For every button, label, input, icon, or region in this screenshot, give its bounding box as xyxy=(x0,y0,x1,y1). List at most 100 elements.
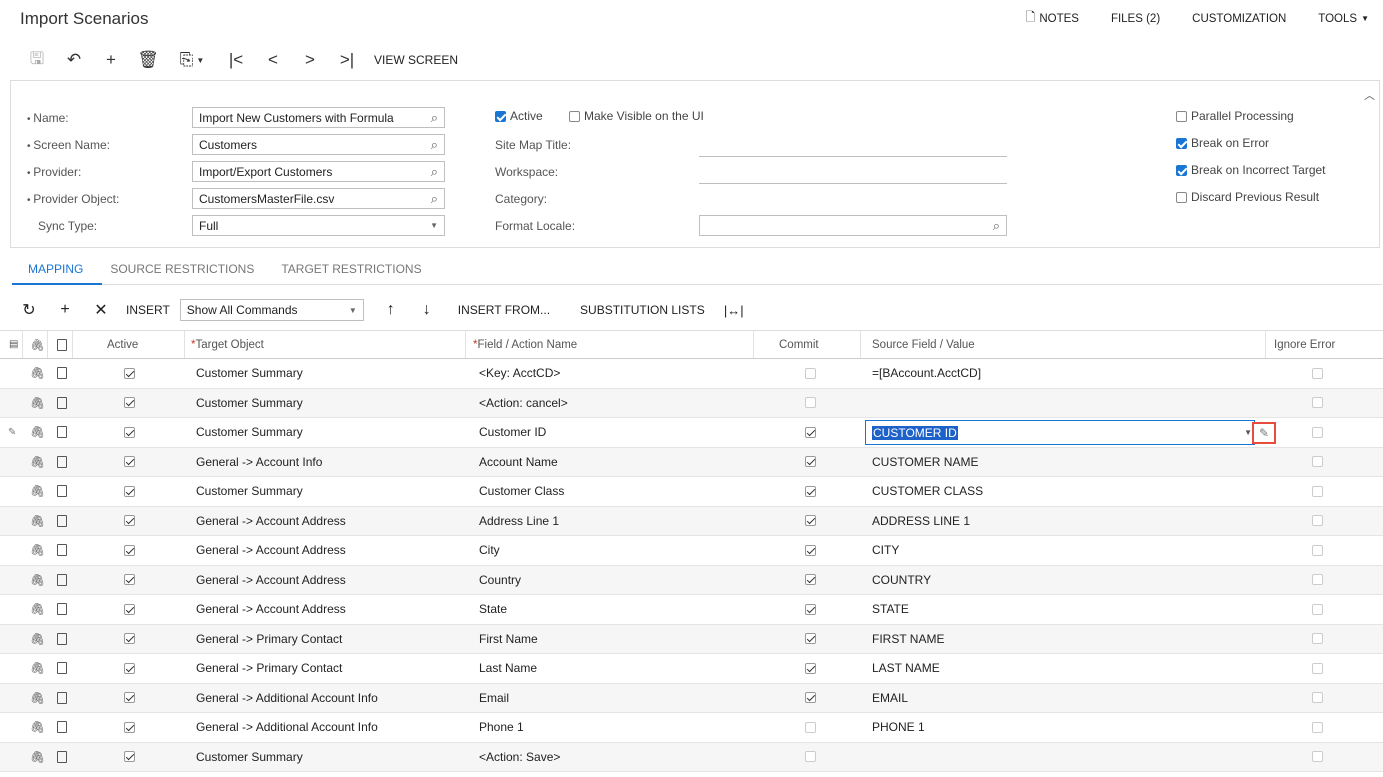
edit-formula-icon[interactable]: ✎ xyxy=(1252,422,1276,444)
source-field-cell[interactable]: STATE xyxy=(872,595,909,624)
add-row-icon[interactable]: + xyxy=(50,301,80,319)
source-field-cell[interactable]: =[BAccount.AcctCD] xyxy=(872,359,981,388)
active-checkbox[interactable] xyxy=(124,743,135,772)
table-row[interactable]: 🖇 Customer Summary <Action: Save> xyxy=(0,742,1383,772)
table-row[interactable]: 🖇 Customer Summary <Key: AcctCD> =[BAccount… xyxy=(0,359,1383,389)
table-row[interactable]: 🖇 General -> Primary Contact First Name FIR… xyxy=(0,624,1383,654)
attachment-icon[interactable]: 🖇 xyxy=(30,389,45,418)
note-icon[interactable] xyxy=(57,566,67,595)
ignore-error-checkbox[interactable] xyxy=(1312,654,1323,683)
field-action-cell[interactable]: First Name xyxy=(479,625,538,654)
field-action-cell[interactable]: State xyxy=(479,595,507,624)
source-field-cell[interactable]: CUSTOMER CLASS xyxy=(872,477,983,506)
active-checkbox[interactable] xyxy=(124,566,135,595)
workspace-field[interactable] xyxy=(699,183,1007,184)
note-icon[interactable] xyxy=(57,359,67,388)
commit-checkbox[interactable] xyxy=(805,507,816,536)
target-object-cell[interactable]: General -> Primary Contact xyxy=(196,625,342,654)
search-icon[interactable]: ⌕ xyxy=(431,164,438,180)
grid-settings-icon[interactable]: ▤ xyxy=(9,331,18,358)
table-row[interactable]: 🖇 General -> Primary Contact Last Name LAST… xyxy=(0,654,1383,684)
active-checkbox[interactable] xyxy=(124,448,135,477)
target-object-cell[interactable]: Customer Summary xyxy=(196,418,303,447)
format-locale-field[interactable]: ⌕ xyxy=(699,215,1007,236)
target-object-cell[interactable]: General -> Account Info xyxy=(196,448,322,477)
attachment-icon[interactable]: 🖇 xyxy=(30,359,45,388)
active-checkbox[interactable] xyxy=(124,359,135,388)
next-record-icon[interactable]: > xyxy=(295,47,325,73)
attachment-icon[interactable]: 🖇 xyxy=(30,536,45,565)
view-screen-button[interactable]: VIEW SCREEN xyxy=(374,53,458,67)
note-icon[interactable] xyxy=(57,654,67,683)
source-field-column-header[interactable]: Source Field / Value xyxy=(872,331,975,358)
insert-from-button[interactable]: INSERT FROM... xyxy=(458,303,550,317)
attachment-icon[interactable]: 🖇 xyxy=(30,713,45,742)
break-on-incorrect-target-checkbox[interactable]: Break on Incorrect Target xyxy=(1176,163,1326,177)
attachment-icon[interactable]: 🖇 xyxy=(30,507,45,536)
source-field-cell[interactable]: LAST NAME xyxy=(872,654,940,683)
commands-select[interactable]: Show All Commands ▼ xyxy=(179,299,364,321)
field-action-cell[interactable]: <Action: Save> xyxy=(479,743,560,772)
ignore-error-checkbox[interactable] xyxy=(1312,743,1323,772)
field-action-cell[interactable]: Customer ID xyxy=(479,418,546,447)
source-field-cell[interactable]: PHONE 1 xyxy=(872,713,925,742)
field-action-cell[interactable]: City xyxy=(479,536,500,565)
active-checkbox[interactable] xyxy=(124,654,135,683)
undo-icon[interactable]: ↶ xyxy=(59,47,89,73)
commit-checkbox[interactable] xyxy=(805,625,816,654)
tab-mapping[interactable]: MAPPING xyxy=(28,262,83,276)
ignore-error-checkbox[interactable] xyxy=(1312,389,1323,418)
delete-icon[interactable]: 🗑 xyxy=(133,47,163,73)
target-object-cell[interactable]: Customer Summary xyxy=(196,359,303,388)
table-row[interactable]: 🖇 General -> Account Address Address Line … xyxy=(0,506,1383,536)
note-icon[interactable] xyxy=(57,713,67,742)
commit-checkbox[interactable] xyxy=(805,448,816,477)
provider-object-field[interactable]: CustomersMasterFile.csv ⌕ xyxy=(192,188,445,209)
note-icon[interactable] xyxy=(57,448,67,477)
sync-type-select[interactable]: Full ▼ xyxy=(192,215,445,236)
note-icon[interactable] xyxy=(57,536,67,565)
ignore-error-checkbox[interactable] xyxy=(1312,713,1323,742)
site-map-title-field[interactable] xyxy=(699,156,1007,157)
active-checkbox[interactable] xyxy=(124,418,135,447)
attachment-icon[interactable]: 🖇 xyxy=(30,566,45,595)
save-icon[interactable]: 🖫 xyxy=(22,47,52,73)
active-checkbox[interactable] xyxy=(124,477,135,506)
note-icon[interactable] xyxy=(57,684,67,713)
target-object-cell[interactable]: Customer Summary xyxy=(196,477,303,506)
move-down-icon[interactable]: ↓ xyxy=(412,301,442,319)
note-icon[interactable] xyxy=(57,595,67,624)
attachment-icon[interactable]: 🖇 xyxy=(30,418,45,447)
ignore-error-checkbox[interactable] xyxy=(1312,359,1323,388)
break-on-error-checkbox[interactable]: Break on Error xyxy=(1176,136,1269,150)
refresh-icon[interactable]: ↻ xyxy=(14,300,44,320)
field-action-cell[interactable]: Address Line 1 xyxy=(479,507,559,536)
field-action-column-header[interactable]: * Field / Action Name xyxy=(473,331,577,358)
commit-checkbox[interactable] xyxy=(805,684,816,713)
table-row[interactable]: 🖇 Customer Summary Customer Class CUSTOMER … xyxy=(0,477,1383,507)
ignore-error-checkbox[interactable] xyxy=(1312,625,1323,654)
commit-checkbox[interactable] xyxy=(805,566,816,595)
active-checkbox[interactable] xyxy=(124,625,135,654)
search-icon[interactable]: ⌕ xyxy=(431,110,438,126)
add-icon[interactable]: + xyxy=(96,47,126,73)
previous-record-icon[interactable]: < xyxy=(258,47,288,73)
substitution-lists-button[interactable]: SUBSTITUTION LISTS xyxy=(580,303,705,317)
ignore-error-checkbox[interactable] xyxy=(1312,477,1323,506)
note-icon[interactable] xyxy=(57,477,67,506)
table-row[interactable]: 🖇 General -> Additional Account Info Phone… xyxy=(0,713,1383,743)
customization-button[interactable]: CUSTOMIZATION xyxy=(1192,13,1286,25)
note-icon[interactable] xyxy=(57,743,67,772)
target-object-cell[interactable]: Customer Summary xyxy=(196,743,303,772)
commit-checkbox[interactable] xyxy=(805,389,816,418)
target-object-cell[interactable]: General -> Account Address xyxy=(196,595,346,624)
note-icon[interactable] xyxy=(57,507,67,536)
field-action-cell[interactable]: Phone 1 xyxy=(479,713,524,742)
commit-checkbox[interactable] xyxy=(805,654,816,683)
name-field[interactable]: Import New Customers with Formula ⌕ xyxy=(192,107,445,128)
active-checkbox[interactable]: Active xyxy=(495,109,543,123)
insert-button[interactable]: INSERT xyxy=(126,303,170,317)
commit-checkbox[interactable] xyxy=(805,359,816,388)
fit-columns-icon[interactable]: |↔| xyxy=(719,303,749,318)
provider-field[interactable]: Import/Export Customers ⌕ xyxy=(192,161,445,182)
